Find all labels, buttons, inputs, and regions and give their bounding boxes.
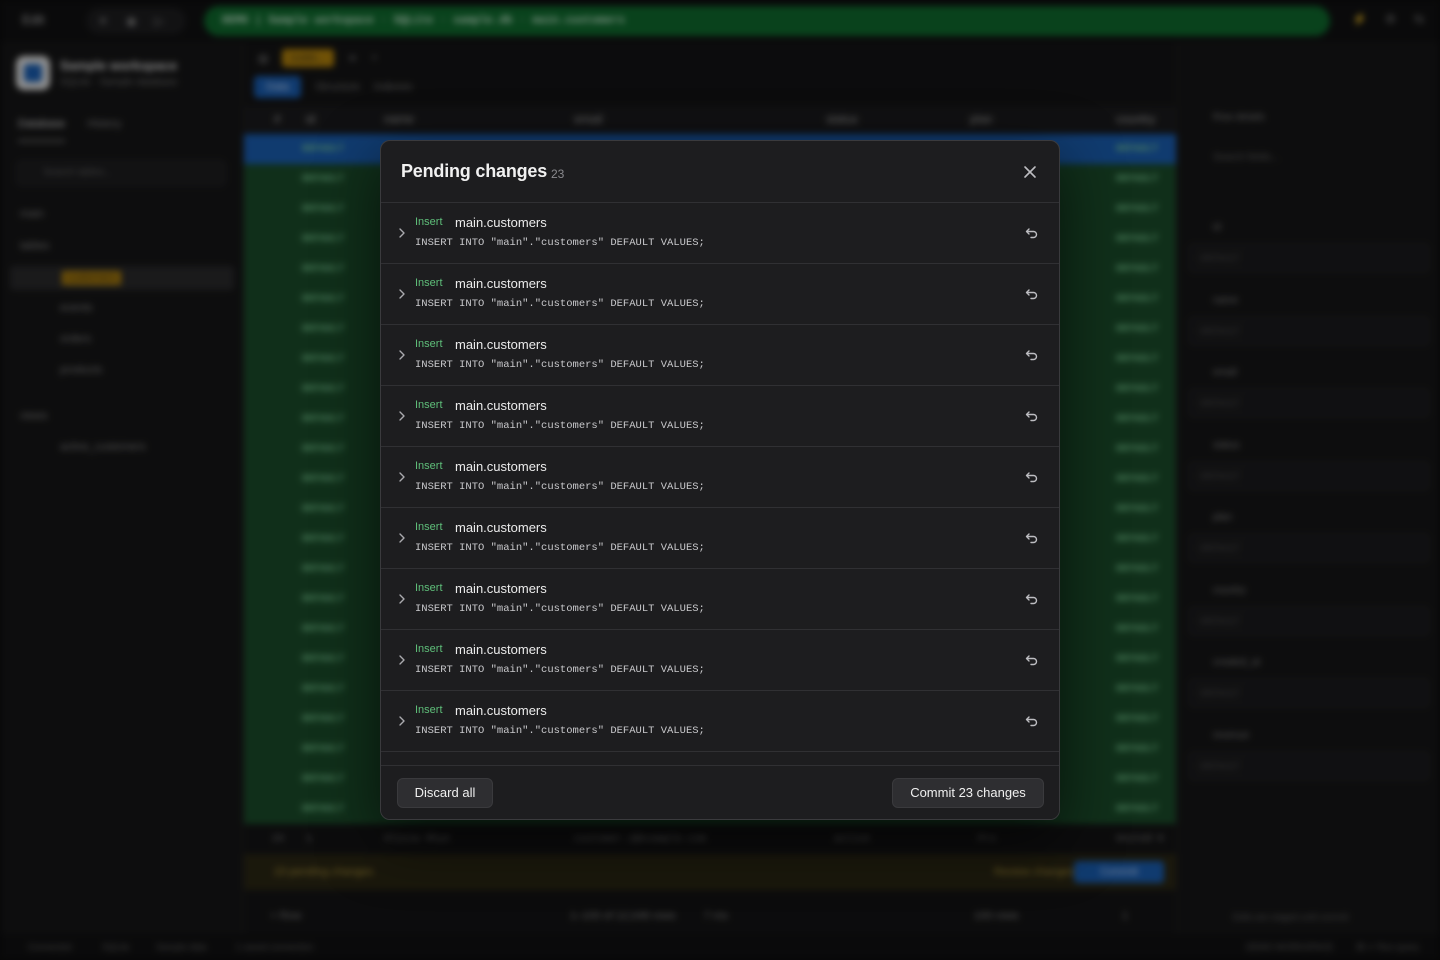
change-sql: INSERT INTO "main"."customers" DEFAULT V… <box>415 664 705 676</box>
changes-count: 23 <box>551 167 565 181</box>
change-table: main.customers <box>455 642 547 657</box>
chevron-right-icon[interactable] <box>395 408 409 424</box>
chevron-right-icon[interactable] <box>395 347 409 363</box>
change-item[interactable]: Insert main.customers INSERT INTO "main"."… <box>381 630 1059 691</box>
change-kind: Insert <box>415 460 443 472</box>
change-item[interactable]: Insert main.customers INSERT INTO "main"."… <box>381 203 1059 264</box>
change-sql: INSERT INTO "main"."customers" DEFAULT V… <box>415 359 705 371</box>
change-item[interactable]: Insert main.customers INSERT INTO "main"."… <box>381 691 1059 752</box>
undo-icon[interactable] <box>1023 407 1041 425</box>
undo-icon[interactable] <box>1023 651 1041 669</box>
change-table: main.customers <box>455 459 547 474</box>
change-sql: INSERT INTO "main"."customers" DEFAULT V… <box>415 481 705 493</box>
change-table: main.customers <box>455 276 547 291</box>
change-sql: INSERT INTO "main"."customers" DEFAULT V… <box>415 542 705 554</box>
change-table: main.customers <box>455 215 547 230</box>
change-sql: INSERT INTO "main"."customers" DEFAULT V… <box>415 237 705 249</box>
change-table: main.customers <box>455 703 547 718</box>
change-item[interactable]: Insert main.customers INSERT INTO "main"."… <box>381 325 1059 386</box>
chevron-right-icon[interactable] <box>395 713 409 729</box>
change-item[interactable]: Insert main.customers INSERT INTO "main"."… <box>381 386 1059 447</box>
change-item[interactable]: Insert main.customers INSERT INTO "main"."… <box>381 569 1059 630</box>
chevron-right-icon[interactable] <box>395 530 409 546</box>
change-sql: INSERT INTO "main"."customers" DEFAULT V… <box>415 420 705 432</box>
chevron-right-icon[interactable] <box>395 652 409 668</box>
change-kind: Insert <box>415 277 443 289</box>
undo-icon[interactable] <box>1023 468 1041 486</box>
change-item[interactable]: Insert main.customers INSERT INTO "main"."… <box>381 508 1059 569</box>
change-kind: Insert <box>415 521 443 533</box>
change-table: main.customers <box>455 398 547 413</box>
change-table: main.customers <box>455 581 547 596</box>
undo-icon[interactable] <box>1023 346 1041 364</box>
change-kind: Insert <box>415 216 443 228</box>
chevron-right-icon[interactable] <box>395 225 409 241</box>
change-sql: INSERT INTO "main"."customers" DEFAULT V… <box>415 603 705 615</box>
change-item[interactable]: Insert main.customers INSERT INTO "main"."… <box>381 264 1059 325</box>
change-item[interactable]: Insert main.customers INSERT INTO "main"."… <box>381 447 1059 508</box>
change-kind: Insert <box>415 338 443 350</box>
close-icon[interactable] <box>1019 161 1041 183</box>
change-kind: Insert <box>415 582 443 594</box>
undo-icon[interactable] <box>1023 712 1041 730</box>
undo-icon[interactable] <box>1023 285 1041 303</box>
dialog-header: Pending changes 23 <box>381 141 1059 203</box>
undo-icon[interactable] <box>1023 590 1041 608</box>
change-kind: Insert <box>415 399 443 411</box>
pending-changes-dialog: Pending changes 23 Insert main.customers I… <box>380 140 1060 820</box>
chevron-right-icon[interactable] <box>395 469 409 485</box>
undo-icon[interactable] <box>1023 224 1041 242</box>
chevron-right-icon[interactable] <box>395 591 409 607</box>
change-sql: INSERT INTO "main"."customers" DEFAULT V… <box>415 298 705 310</box>
change-sql: INSERT INTO "main"."customers" DEFAULT V… <box>415 725 705 737</box>
change-table: main.customers <box>455 520 547 535</box>
change-list: Insert main.customers INSERT INTO "main"."… <box>381 203 1059 765</box>
chevron-right-icon[interactable] <box>395 286 409 302</box>
change-table: main.customers <box>455 337 547 352</box>
dialog-footer: Discard all Commit 23 changes <box>381 765 1059 819</box>
undo-icon[interactable] <box>1023 529 1041 547</box>
dialog-title: Pending changes <box>401 161 548 181</box>
change-kind: Insert <box>415 704 443 716</box>
commit-changes-button[interactable]: Commit 23 changes <box>892 778 1044 808</box>
discard-all-button[interactable]: Discard all <box>397 778 493 808</box>
change-kind: Insert <box>415 643 443 655</box>
